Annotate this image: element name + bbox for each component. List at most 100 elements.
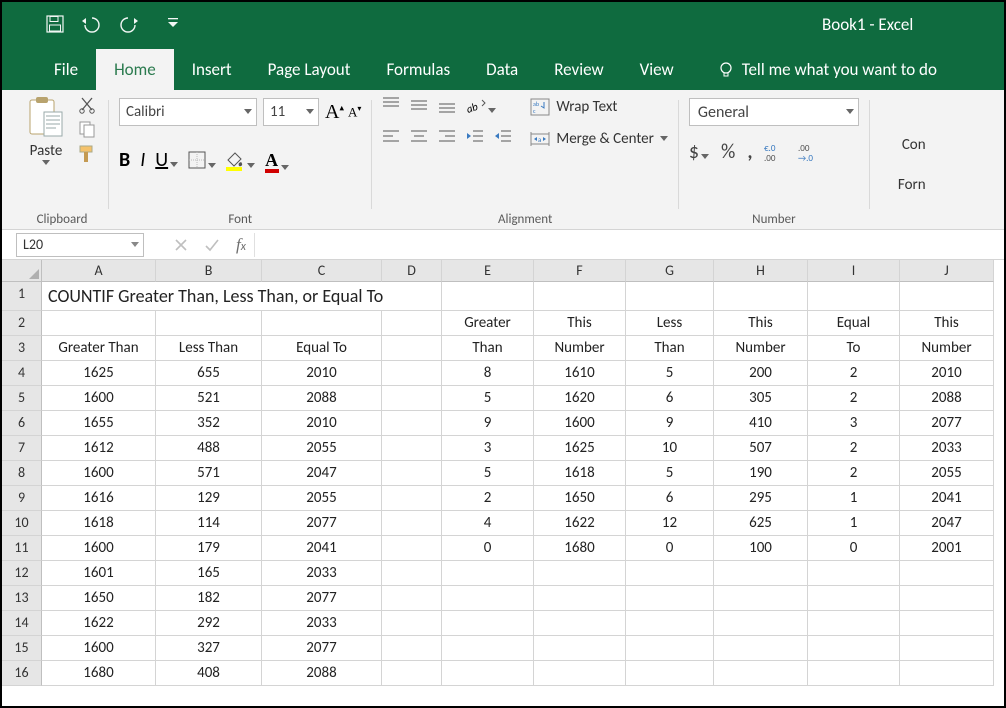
cell[interactable]: 3	[808, 411, 900, 436]
align-top-icon[interactable]	[382, 96, 400, 114]
cell[interactable]: 2033	[262, 611, 382, 636]
cell[interactable]	[534, 611, 626, 636]
cell[interactable]: 408	[156, 661, 262, 686]
cell[interactable]	[382, 536, 442, 561]
cell[interactable]	[626, 561, 714, 586]
tab-file[interactable]: File	[36, 49, 96, 90]
cell[interactable]: 655	[156, 361, 262, 386]
cell[interactable]	[382, 436, 442, 461]
conditional-formatting-cut[interactable]: Con	[902, 136, 926, 154]
cell[interactable]: 2	[808, 436, 900, 461]
cell[interactable]	[626, 636, 714, 661]
paste-caret[interactable]	[42, 160, 50, 166]
cell[interactable]: 2047	[900, 511, 994, 536]
cell[interactable]: 1618	[42, 511, 156, 536]
cell[interactable]: 2047	[262, 461, 382, 486]
undo-icon[interactable]	[80, 15, 102, 33]
cell[interactable]: Equal To	[262, 336, 382, 361]
cell[interactable]: 1601	[42, 561, 156, 586]
cell[interactable]: 100	[714, 536, 808, 561]
cell[interactable]	[900, 611, 994, 636]
cell[interactable]: 129	[156, 486, 262, 511]
cell[interactable]: Than	[442, 336, 534, 361]
cell[interactable]: 5	[442, 461, 534, 486]
cell[interactable]	[382, 611, 442, 636]
cell[interactable]: 2055	[262, 436, 382, 461]
col-header[interactable]: F	[534, 260, 626, 282]
cell[interactable]: Equal	[808, 311, 900, 336]
col-header[interactable]: J	[900, 260, 994, 282]
font-name-select[interactable]: Calibri	[119, 98, 257, 126]
cell[interactable]	[534, 561, 626, 586]
cell[interactable]	[626, 282, 714, 311]
tell-me-search[interactable]: Tell me what you want to do	[700, 49, 955, 90]
cell[interactable]: 114	[156, 511, 262, 536]
cell[interactable]	[900, 282, 994, 311]
decrease-decimal-icon[interactable]: .00→.0	[798, 142, 820, 162]
row-header[interactable]: 10	[2, 511, 42, 536]
cancel-formula-icon[interactable]	[174, 238, 188, 252]
wrap-text-button[interactable]: abc Wrap Text	[530, 98, 668, 116]
orientation-icon[interactable]: ab	[466, 96, 496, 114]
cell[interactable]: 1622	[534, 511, 626, 536]
cell[interactable]: To	[808, 336, 900, 361]
cell[interactable]	[534, 586, 626, 611]
name-box[interactable]: L20	[16, 233, 144, 257]
cell[interactable]	[262, 311, 382, 336]
cell[interactable]: This	[900, 311, 994, 336]
currency-button[interactable]: $	[689, 140, 709, 164]
cell[interactable]: 1600	[42, 386, 156, 411]
row-header[interactable]: 2	[2, 311, 42, 336]
align-right-icon[interactable]	[438, 128, 456, 146]
format-table-cut[interactable]: Forn	[898, 176, 926, 194]
font-size-select[interactable]: 11	[263, 98, 319, 126]
cell[interactable]	[442, 586, 534, 611]
cell[interactable]: 10	[626, 436, 714, 461]
col-header[interactable]: D	[382, 260, 442, 282]
cell[interactable]: Than	[626, 336, 714, 361]
cell[interactable]: 2041	[262, 536, 382, 561]
cell[interactable]: 2055	[262, 486, 382, 511]
col-header[interactable]: B	[156, 260, 262, 282]
paste-icon[interactable]	[26, 96, 66, 140]
cell[interactable]: 6	[626, 386, 714, 411]
merge-center-button[interactable]: a Merge & Center	[530, 130, 668, 148]
cell[interactable]: 1680	[42, 661, 156, 686]
align-left-icon[interactable]	[382, 128, 400, 146]
comma-button[interactable]: ,	[747, 140, 752, 164]
cell[interactable]: 1655	[42, 411, 156, 436]
cell[interactable]: 2	[808, 386, 900, 411]
formula-bar-input[interactable]	[254, 233, 1004, 257]
cell[interactable]: 2033	[262, 561, 382, 586]
col-header[interactable]: G	[626, 260, 714, 282]
tab-review[interactable]: Review	[536, 49, 621, 90]
cell[interactable]: Number	[714, 336, 808, 361]
select-all-corner[interactable]	[2, 260, 42, 282]
cell[interactable]: 305	[714, 386, 808, 411]
col-header[interactable]: H	[714, 260, 808, 282]
cell[interactable]	[382, 386, 442, 411]
cell[interactable]	[900, 636, 994, 661]
cell[interactable]: 179	[156, 536, 262, 561]
spreadsheet-grid[interactable]: A B C D E F G H I J 1 COUNTIF Greater Th…	[2, 260, 1004, 686]
save-icon[interactable]	[46, 15, 64, 33]
cell[interactable]	[382, 461, 442, 486]
cell[interactable]	[900, 586, 994, 611]
cell[interactable]: Greater	[442, 311, 534, 336]
cell[interactable]: 1618	[534, 461, 626, 486]
col-header[interactable]: C	[262, 260, 382, 282]
align-center-icon[interactable]	[410, 128, 428, 146]
cell[interactable]: Less	[626, 311, 714, 336]
cell[interactable]	[382, 636, 442, 661]
col-header[interactable]: E	[442, 260, 534, 282]
cell[interactable]: 182	[156, 586, 262, 611]
cell[interactable]: This	[534, 311, 626, 336]
borders-button[interactable]	[188, 151, 216, 169]
cell[interactable]: 1616	[42, 486, 156, 511]
cell[interactable]: 9	[442, 411, 534, 436]
cell[interactable]: 2033	[900, 436, 994, 461]
cell[interactable]: 488	[156, 436, 262, 461]
row-header[interactable]: 6	[2, 411, 42, 436]
paste-label[interactable]: Paste	[30, 142, 63, 160]
cell[interactable]: 295	[714, 486, 808, 511]
